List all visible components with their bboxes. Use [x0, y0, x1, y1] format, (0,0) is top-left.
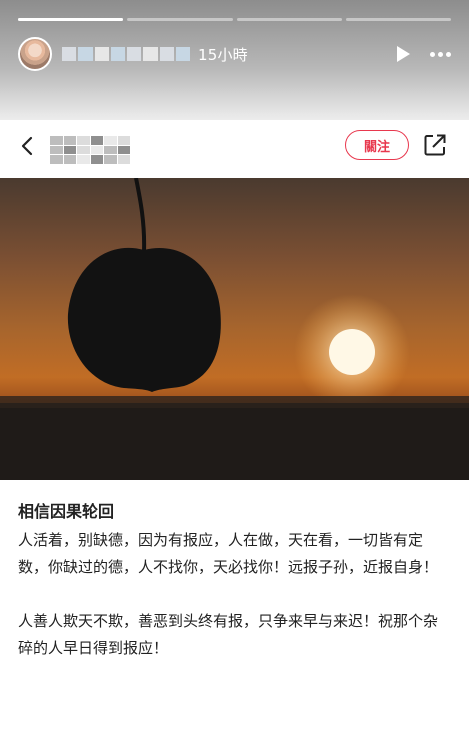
- progress-fill: [18, 18, 124, 21]
- story-progress-bar: [18, 18, 451, 21]
- more-icon[interactable]: [430, 51, 451, 57]
- post-card: 關注 相信因果轮回 人活着，别缺德，因为有报应，人在做，天在看，一切皆有定数，你…: [0, 120, 469, 756]
- post-paragraph: 人活着，别缺德，因为有报应，人在做，天在看，一切皆有定数，你缺过的德，人不找你，…: [18, 531, 439, 576]
- chevron-left-icon[interactable]: [18, 136, 38, 156]
- story-timestamp: 15小時: [198, 45, 248, 64]
- share-icon[interactable]: [422, 132, 448, 158]
- progress-segment: [236, 18, 342, 21]
- post-header: 關注: [0, 120, 469, 176]
- author-name-blurred[interactable]: [50, 136, 130, 164]
- sunset-apple-illustration: [0, 178, 469, 480]
- play-icon[interactable]: [397, 46, 410, 62]
- story-actions: [397, 46, 451, 62]
- progress-segment: [345, 18, 451, 21]
- post-image: [0, 178, 469, 480]
- progress-segment: [18, 18, 124, 21]
- post-paragraph: 人善人欺天不欺，善恶到头终有报，只争来早与来迟！祝那个杂碎的人早日得到报应！: [18, 612, 439, 657]
- avatar[interactable]: [18, 37, 52, 71]
- username-blurred[interactable]: [62, 45, 190, 63]
- story-header: 15小時: [18, 34, 451, 74]
- story-viewer: 15小時 關注 相信因果轮回 人活着，别缺德，因为有报应，人在做，天在看，一切皆…: [0, 0, 469, 756]
- post-body: 人活着，别缺德，因为有报应，人在做，天在看，一切皆有定数，你缺过的德，人不找你，…: [18, 527, 451, 662]
- follow-button[interactable]: 關注: [345, 130, 409, 160]
- progress-segment: [127, 18, 233, 21]
- post-title: 相信因果轮回: [18, 502, 115, 521]
